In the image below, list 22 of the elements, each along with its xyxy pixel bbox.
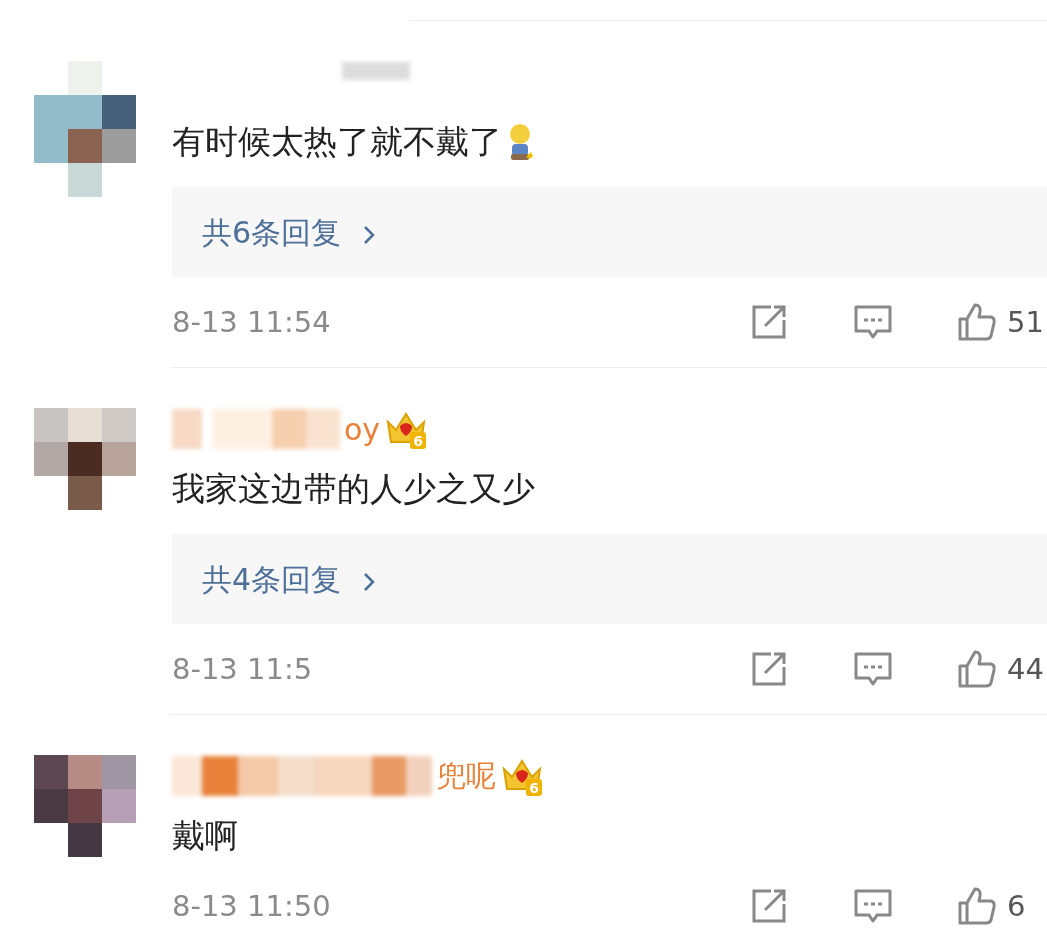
avatar[interactable] <box>34 755 136 857</box>
like-count: 51 <box>1007 305 1045 339</box>
chevron-icon <box>363 224 376 245</box>
comment-time: 8-13 11:54 <box>172 305 332 339</box>
thumbs-up-icon[interactable] <box>957 649 997 689</box>
avatar[interactable] <box>34 408 136 510</box>
chevron-icon <box>363 571 376 592</box>
comment-text: 我家这边带的人少之又少 <box>172 467 535 510</box>
avatar[interactable] <box>34 61 136 197</box>
username[interactable]: 兜呢 <box>436 755 496 797</box>
like-count: 6 <box>1007 889 1027 923</box>
comment-time: 8-13 11:50 <box>172 889 332 923</box>
blurred-username[interactable] <box>172 756 432 796</box>
replies-link[interactable]: 共4条回复 <box>172 534 1047 624</box>
comment-text: 有时候太热了就不戴了 <box>172 120 502 163</box>
username[interactable]: oy <box>344 411 381 447</box>
like-count: 44 <box>1007 652 1045 686</box>
comment-text: 戴啊 <box>172 814 238 857</box>
thumbs-up-icon[interactable] <box>957 886 997 926</box>
comment-time: 8-13 11:5 <box>172 652 314 686</box>
thumbs-up-icon[interactable] <box>957 302 997 342</box>
replies-link[interactable]: 共6条回复 <box>172 187 1047 277</box>
